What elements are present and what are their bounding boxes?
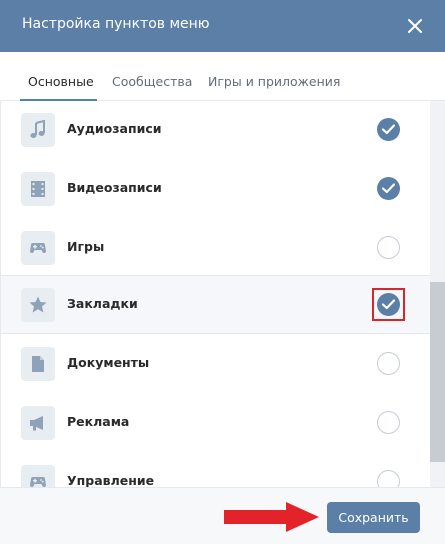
document-icon bbox=[21, 347, 55, 381]
menu-item-label: Видеозаписи bbox=[67, 180, 162, 195]
menu-item-label: Управление bbox=[67, 473, 155, 487]
menu-item-label: Игры bbox=[67, 239, 105, 254]
film-icon bbox=[21, 172, 55, 206]
checkbox-unchecked[interactable] bbox=[377, 470, 400, 487]
music-note-icon bbox=[21, 113, 55, 147]
checkbox-unchecked[interactable] bbox=[377, 236, 400, 259]
menu-item-label: Реклама bbox=[67, 414, 130, 429]
close-icon[interactable] bbox=[404, 15, 426, 37]
star-icon bbox=[21, 288, 55, 322]
dialog-footer: Сохранить bbox=[0, 487, 445, 544]
menu-item-documents[interactable]: Документы bbox=[1, 335, 431, 394]
menu-items-list: Аудиозаписи Видеозаписи Игры Закладки До… bbox=[0, 101, 445, 487]
scrollbar-thumb[interactable] bbox=[430, 282, 445, 462]
tab-games-apps[interactable]: Игры и приложения bbox=[208, 74, 340, 89]
checkbox-unchecked[interactable] bbox=[377, 411, 400, 434]
tab-communities[interactable]: Сообщества bbox=[112, 74, 192, 89]
gamepad-icon bbox=[21, 465, 55, 487]
menu-item-games[interactable]: Игры bbox=[1, 219, 431, 278]
dialog-title: Настройка пунктов меню bbox=[22, 16, 210, 32]
dialog-header: Настройка пунктов меню bbox=[0, 0, 445, 52]
menu-item-audio[interactable]: Аудиозаписи bbox=[1, 101, 431, 160]
menu-item-label: Закладки bbox=[67, 296, 138, 311]
checkbox-checked[interactable] bbox=[377, 118, 400, 141]
gamepad-icon bbox=[21, 231, 55, 265]
checkbox-checked[interactable] bbox=[377, 177, 400, 200]
menu-item-bookmarks[interactable]: Закладки bbox=[1, 275, 431, 334]
tab-main[interactable]: Основные bbox=[28, 74, 94, 89]
red-arrow-icon bbox=[224, 502, 319, 532]
menu-item-management[interactable]: Управление bbox=[1, 453, 431, 487]
checkbox-unchecked[interactable] bbox=[377, 352, 400, 375]
tab-bar: Основные Сообщества Игры и приложения bbox=[0, 52, 445, 101]
megaphone-icon bbox=[21, 406, 55, 440]
menu-item-video[interactable]: Видеозаписи bbox=[1, 160, 431, 219]
checkbox-checked[interactable] bbox=[377, 293, 400, 316]
menu-item-label: Аудиозаписи bbox=[67, 121, 162, 136]
menu-item-ads[interactable]: Реклама bbox=[1, 394, 431, 453]
menu-item-label: Документы bbox=[67, 355, 150, 370]
save-button[interactable]: Сохранить bbox=[327, 502, 420, 533]
